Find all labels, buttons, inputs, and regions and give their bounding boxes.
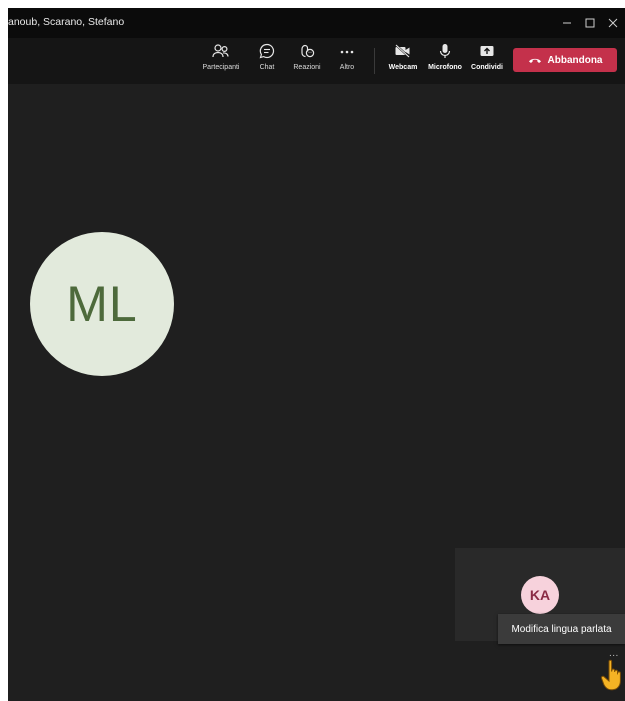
hand-cursor-icon: [600, 658, 625, 694]
close-icon: [608, 18, 618, 28]
hang-up-icon: [528, 58, 541, 63]
tooltip-text: Modifica lingua parlata: [511, 623, 612, 635]
participants-label: Partecipanti: [202, 64, 240, 71]
title-bar: anoub, Scarano, Stefano: [8, 8, 625, 38]
minimize-button[interactable]: [556, 12, 578, 34]
share-icon: [476, 40, 498, 62]
microphone-label: Microfono: [428, 64, 462, 71]
more-label: Altro: [339, 64, 355, 71]
maximize-button[interactable]: [579, 12, 601, 34]
reactions-button[interactable]: Reazioni: [288, 40, 326, 80]
tile-participant-avatar: KA: [521, 576, 559, 614]
webcam-off-icon: [392, 40, 414, 62]
main-participant-avatar[interactable]: ML: [30, 232, 174, 376]
minimize-icon: [563, 22, 571, 24]
share-button[interactable]: Condividi: [469, 40, 505, 80]
video-stage: ML KA Modifica lingua parlata ...: [8, 84, 625, 701]
more-icon: [336, 40, 358, 62]
webcam-label: Webcam: [388, 64, 418, 71]
main-participant-initials: ML: [66, 276, 138, 332]
close-button[interactable]: [602, 12, 624, 34]
chat-button[interactable]: Chat: [252, 40, 282, 80]
chat-label: Chat: [259, 64, 275, 71]
reactions-icon: [296, 40, 318, 62]
participants-icon: [210, 40, 232, 62]
tile-participant-initials: KA: [529, 587, 551, 603]
more-button[interactable]: Altro: [332, 40, 362, 80]
leave-label: Abbandona: [547, 54, 603, 66]
tooltip: Modifica lingua parlata: [498, 614, 625, 644]
webcam-button[interactable]: Webcam: [385, 40, 421, 80]
teams-meeting-window: anoub, Scarano, Stefano Partecipanti Cha…: [8, 8, 625, 701]
microphone-icon: [434, 40, 456, 62]
toolbar-divider: [374, 48, 375, 74]
window-title: anoub, Scarano, Stefano: [8, 16, 125, 28]
chat-icon: [256, 40, 278, 62]
reactions-label: Reazioni: [293, 64, 321, 71]
leave-button[interactable]: Abbandona: [513, 48, 617, 72]
share-label: Condividi: [471, 64, 503, 71]
maximize-icon: [585, 18, 595, 28]
meeting-toolbar: Partecipanti Chat Reazioni Altro Webcam …: [8, 38, 625, 84]
participants-button[interactable]: Partecipanti: [198, 40, 244, 80]
microphone-button[interactable]: Microfono: [425, 40, 465, 80]
